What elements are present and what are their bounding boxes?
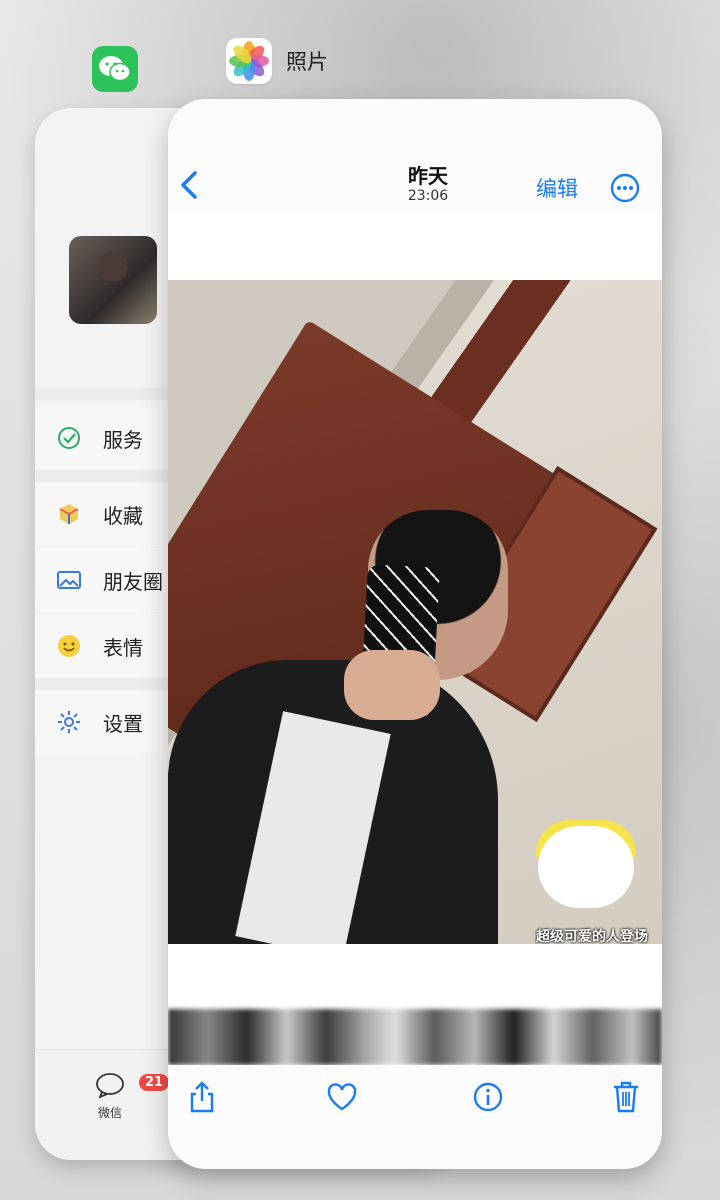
menu-label: 表情 — [103, 635, 143, 660]
photo-viewer[interactable]: 超级可爱的人登场 — [168, 280, 662, 944]
menu-label: 收藏 — [103, 503, 143, 528]
sticker-caption: 超级可爱的人登场 — [536, 929, 648, 944]
photos-switcher-label[interactable]: 照片 — [226, 38, 328, 84]
more-button[interactable] — [610, 173, 640, 203]
chat-bubble-icon — [96, 1073, 124, 1099]
tab-chats[interactable]: 微信 21 — [75, 1072, 170, 1121]
share-icon — [190, 1081, 214, 1113]
cube-icon — [55, 500, 83, 528]
menu-label: 设置 — [103, 711, 143, 736]
edit-button[interactable]: 编辑 — [536, 173, 578, 203]
photos-app-card[interactable]: 昨天 23:06 编辑 超级可爱的人登场 — [168, 99, 662, 1169]
photos-app-name: 照片 — [286, 50, 328, 74]
avatar[interactable] — [69, 236, 157, 324]
photo-time: 23:06 — [407, 188, 449, 204]
delete-button[interactable] — [608, 1079, 644, 1115]
tab-label: 微信 — [97, 1106, 122, 1120]
info-button[interactable] — [470, 1079, 506, 1115]
wechat-app-icon — [92, 46, 138, 92]
share-button[interactable] — [184, 1079, 220, 1115]
chevron-left-icon — [181, 171, 197, 199]
smile-icon — [55, 632, 83, 660]
photos-header: 昨天 23:06 编辑 — [168, 99, 662, 213]
check-circle-icon — [55, 424, 83, 452]
image-icon — [55, 566, 83, 594]
photos-toolbar — [168, 1065, 662, 1169]
menu-label: 朋友圈 — [103, 569, 163, 594]
hand — [344, 650, 440, 720]
info-icon — [473, 1082, 503, 1112]
wechat-switcher-label[interactable] — [92, 46, 138, 92]
trash-icon — [614, 1081, 638, 1113]
gear-icon — [55, 708, 83, 736]
heart-icon — [327, 1083, 357, 1111]
back-button[interactable] — [174, 165, 204, 205]
sticker-character — [540, 828, 632, 906]
photo-date: 昨天 — [408, 164, 448, 188]
favorite-button[interactable] — [324, 1079, 360, 1115]
photo-title: 昨天 23:06 — [368, 165, 488, 205]
menu-label: 服务 — [103, 427, 143, 452]
thumbnail-strip[interactable] — [168, 1009, 662, 1065]
unread-badge: 21 — [139, 1074, 170, 1091]
photos-app-icon — [226, 38, 272, 84]
more-icon — [610, 173, 640, 203]
